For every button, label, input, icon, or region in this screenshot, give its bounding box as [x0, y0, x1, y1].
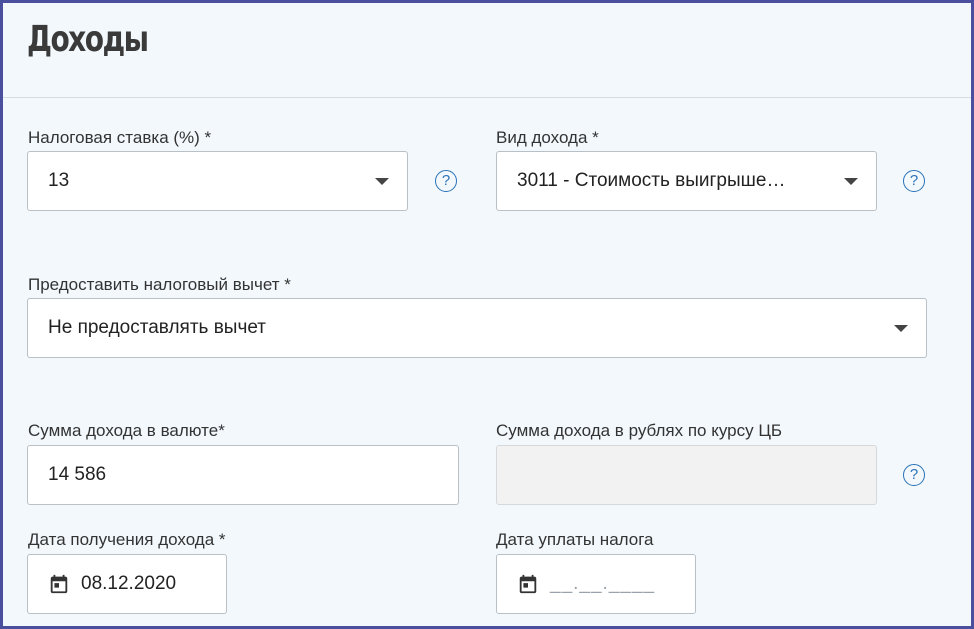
income-rub-help-icon[interactable]: ?	[903, 464, 925, 486]
income-date-input[interactable]: 08.12.2020	[27, 554, 227, 614]
income-panel: Доходы Налоговая ставка (%) * 13 ? Вид д…	[0, 0, 974, 629]
tax-deduction-select[interactable]: Не предоставлять вычет	[27, 298, 927, 358]
income-type-help-icon[interactable]: ?	[903, 170, 925, 192]
tax-payment-date-label: Дата уплаты налога	[496, 530, 654, 549]
income-currency-value: 14 586	[48, 464, 107, 485]
tax-rate-select[interactable]: 13	[27, 151, 408, 211]
tax-payment-date-input[interactable]: __.__.____	[496, 554, 696, 614]
tax-rate-value: 13	[48, 170, 70, 191]
income-date-label: Дата получения дохода *	[28, 530, 226, 549]
income-rub-label: Сумма дохода в рублях по курсу ЦБ	[496, 421, 783, 440]
chevron-down-icon	[375, 178, 389, 185]
tax-rate-label: Налоговая ставка (%) *	[28, 128, 212, 147]
income-type-value: 3011 - Стоимость выигрыше…	[517, 170, 786, 191]
calendar-icon[interactable]	[48, 573, 70, 595]
income-currency-label: Сумма дохода в валюте*	[28, 421, 225, 440]
calendar-icon[interactable]	[517, 573, 539, 595]
income-date-value: 08.12.2020	[81, 573, 177, 594]
income-type-select[interactable]: 3011 - Стоимость выигрыше…	[496, 151, 877, 211]
page-title: Доходы	[27, 19, 149, 60]
income-rub-input	[496, 445, 877, 505]
panel-header: Доходы	[3, 3, 971, 98]
tax-deduction-label: Предоставить налоговый вычет *	[28, 275, 291, 294]
income-type-label: Вид дохода *	[496, 128, 599, 147]
income-currency-input[interactable]: 14 586	[27, 445, 459, 505]
chevron-down-icon	[844, 178, 858, 185]
tax-deduction-value: Не предоставлять вычет	[48, 317, 266, 338]
tax-rate-help-icon[interactable]: ?	[435, 170, 457, 192]
chevron-down-icon	[894, 325, 908, 332]
tax-payment-date-placeholder: __.__.____	[550, 573, 656, 594]
